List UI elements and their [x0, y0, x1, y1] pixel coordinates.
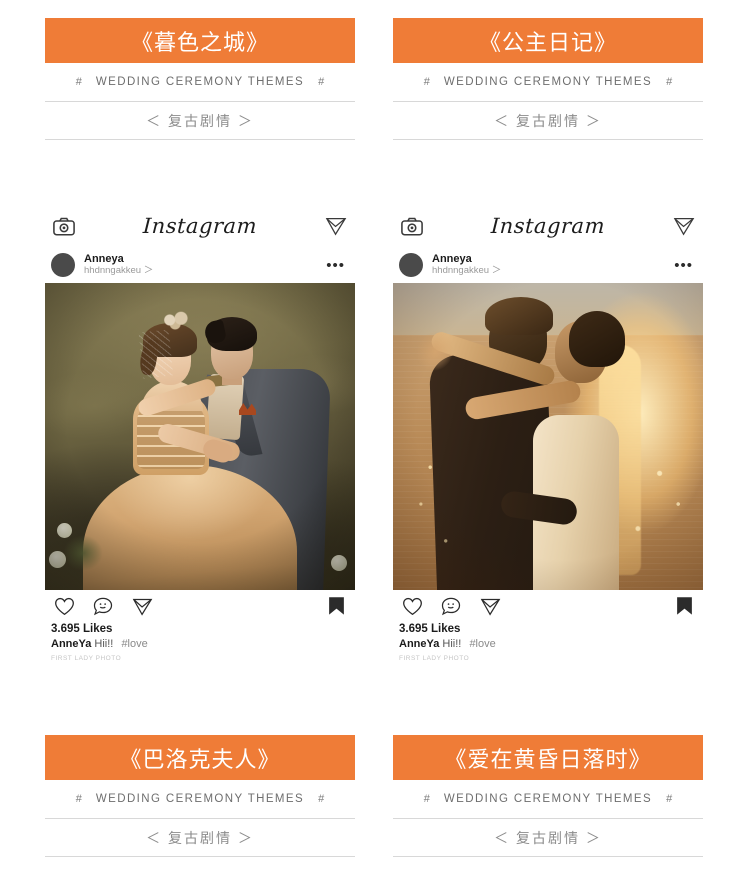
share-send-icon[interactable] — [129, 593, 155, 619]
instagram-topbar: Instagram — [393, 205, 703, 247]
comment-smiley-icon[interactable] — [438, 593, 464, 619]
title-banner: 《爱在黄昏日落时》 — [393, 735, 703, 780]
heart-icon[interactable] — [51, 593, 77, 619]
hashtag-row: # WEDDING CEREMONY THEMES # — [393, 780, 703, 819]
post-photo-studio-portrait[interactable] — [45, 283, 355, 590]
user-meta: Anneya hhdnngakkeu ＞ — [432, 253, 674, 278]
instagram-card-right: Instagram Anneya hhdnngakkeu ＞ ••• 3.695… — [393, 205, 703, 662]
username: Anneya — [432, 252, 472, 265]
hashtag-label: WEDDING CEREMONY THEMES — [443, 76, 653, 88]
subtitle-row: ＜ 复古剧情 ＞ — [45, 819, 355, 857]
caption-text: Hii!! — [94, 638, 114, 650]
subtitle-row: ＜ 复古剧情 ＞ — [393, 819, 703, 857]
hash-symbol-right: # — [318, 793, 325, 805]
subtitle-label: ＜ 复古剧情 ＞ — [494, 829, 602, 846]
title-banner: 《暮色之城》 — [45, 18, 355, 63]
watermark-footnote: FIRST LADY PHOTO — [51, 655, 122, 662]
title-block-top-right: 《公主日记》 # WEDDING CEREMONY THEMES # ＜ 复古剧… — [393, 18, 703, 140]
title-banner: 《公主日记》 — [393, 18, 703, 63]
title-text: 《巴洛克夫人》 — [119, 746, 281, 772]
hashtag-label: WEDDING CEREMONY THEMES — [95, 76, 305, 88]
user-handle[interactable]: hhdnngakkeu ＞ — [84, 265, 326, 277]
send-icon[interactable] — [323, 213, 349, 239]
hash-symbol-left: # — [423, 76, 430, 88]
instagram-logo: Instagram — [142, 214, 258, 238]
caption-username[interactable]: AnneYa — [51, 638, 91, 650]
send-icon[interactable] — [671, 213, 697, 239]
title-banner: 《巴洛克夫人》 — [45, 735, 355, 780]
hash-symbol-left: # — [75, 793, 82, 805]
photo-vignette — [45, 283, 355, 590]
likes-count: 3.695 Likes — [399, 623, 461, 635]
likes-count: 3.695 Likes — [51, 623, 113, 635]
caption-hashtag[interactable]: #love — [121, 638, 147, 650]
subtitle-row: ＜ 复古剧情 ＞ — [393, 102, 703, 140]
hash-symbol-right: # — [666, 76, 673, 88]
bookmark-icon[interactable] — [323, 593, 349, 619]
bookmark-icon[interactable] — [671, 593, 697, 619]
camera-icon[interactable] — [399, 213, 425, 239]
instagram-card-left: Instagram Anneya hhdnngakkeu ＞ ••• 3.695… — [45, 205, 355, 662]
hashtag-row: # WEDDING CEREMONY THEMES # — [393, 63, 703, 102]
instagram-user-row[interactable]: Anneya hhdnngakkeu ＞ ••• — [45, 247, 355, 283]
user-handle[interactable]: hhdnngakkeu ＞ — [432, 265, 674, 277]
hash-symbol-right: # — [318, 76, 325, 88]
title-block-top-left: 《暮色之城》 # WEDDING CEREMONY THEMES # ＜ 复古剧… — [45, 18, 355, 140]
share-send-icon[interactable] — [477, 593, 503, 619]
hashtag-row: # WEDDING CEREMONY THEMES # — [45, 63, 355, 102]
username: Anneya — [84, 252, 124, 265]
subtitle-row: ＜ 复古剧情 ＞ — [45, 102, 355, 140]
post-caption: AnneYa Hii!! #love — [45, 635, 355, 650]
instagram-action-bar — [393, 590, 703, 622]
title-text: 《公主日记》 — [478, 29, 617, 55]
subtitle-label: ＜ 复古剧情 ＞ — [494, 112, 602, 129]
caption-username[interactable]: AnneYa — [399, 638, 439, 650]
caption-hashtag[interactable]: #love — [469, 638, 495, 650]
instagram-logo: Instagram — [490, 214, 606, 238]
caption-text: Hii!! — [442, 638, 462, 650]
hashtag-label: WEDDING CEREMONY THEMES — [443, 793, 653, 805]
title-text: 《爱在黄昏日落时》 — [444, 746, 652, 772]
hash-symbol-left: # — [75, 76, 82, 88]
heart-icon[interactable] — [399, 593, 425, 619]
hash-symbol-right: # — [666, 793, 673, 805]
comment-smiley-icon[interactable] — [90, 593, 116, 619]
user-meta: Anneya hhdnngakkeu ＞ — [84, 253, 326, 278]
title-block-bottom-right: 《爱在黄昏日落时》 # WEDDING CEREMONY THEMES # ＜ … — [393, 735, 703, 857]
page-root: 《暮色之城》 # WEDDING CEREMONY THEMES # ＜ 复古剧… — [0, 0, 750, 884]
more-options-icon[interactable]: ••• — [326, 258, 349, 273]
camera-icon[interactable] — [51, 213, 77, 239]
title-text: 《暮色之城》 — [130, 29, 269, 55]
instagram-action-bar — [45, 590, 355, 622]
instagram-user-row[interactable]: Anneya hhdnngakkeu ＞ ••• — [393, 247, 703, 283]
title-block-bottom-left: 《巴洛克夫人》 # WEDDING CEREMONY THEMES # ＜ 复古… — [45, 735, 355, 857]
subtitle-label: ＜ 复古剧情 ＞ — [146, 829, 254, 846]
post-caption: AnneYa Hii!! #love — [393, 635, 703, 650]
avatar[interactable] — [51, 253, 75, 277]
avatar[interactable] — [399, 253, 423, 277]
hashtag-row: # WEDDING CEREMONY THEMES # — [45, 780, 355, 819]
instagram-topbar: Instagram — [45, 205, 355, 247]
watermark-footnote: FIRST LADY PHOTO — [399, 655, 470, 662]
post-photo-sunset-couple[interactable] — [393, 283, 703, 590]
more-options-icon[interactable]: ••• — [674, 258, 697, 273]
subtitle-label: ＜ 复古剧情 ＞ — [146, 112, 254, 129]
hash-symbol-left: # — [423, 793, 430, 805]
photo-vignette — [393, 283, 703, 590]
hashtag-label: WEDDING CEREMONY THEMES — [95, 793, 305, 805]
